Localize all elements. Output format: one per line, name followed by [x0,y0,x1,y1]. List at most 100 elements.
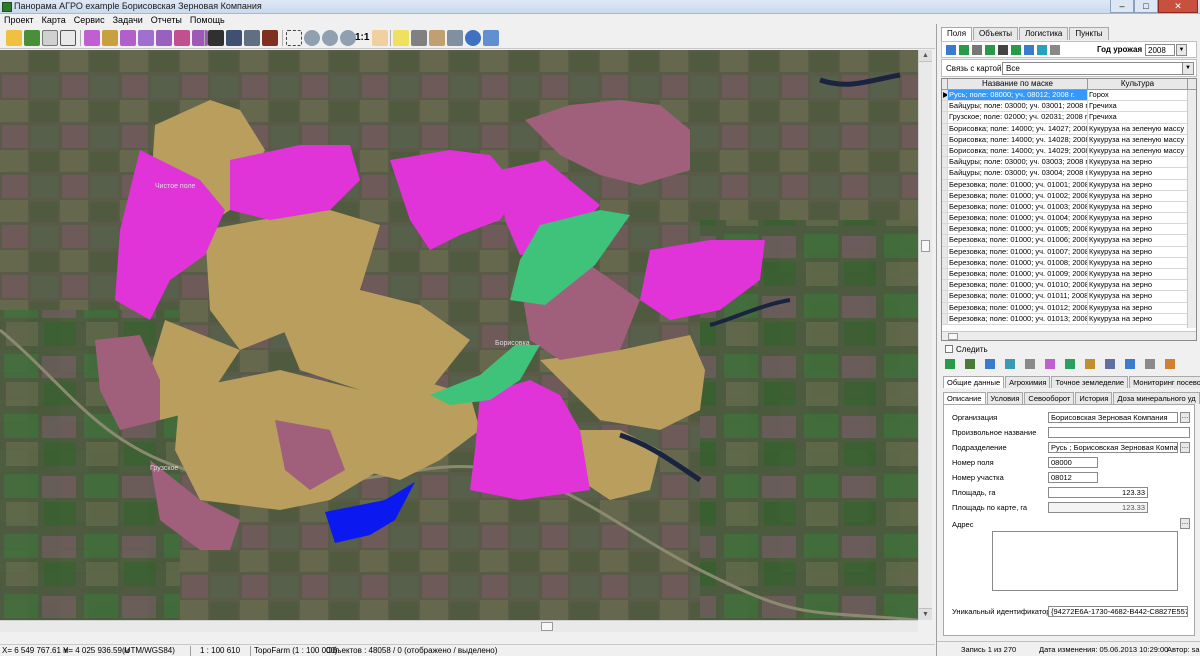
column-crop[interactable]: Культура [1088,79,1188,89]
document-icon[interactable] [1050,45,1060,55]
table-icon[interactable] [1024,45,1034,55]
remove-icon[interactable] [998,45,1008,55]
open-icon[interactable] [6,30,22,46]
division-field[interactable]: Русь ; Борисовская Зерновая Компания [1048,442,1178,453]
address-field[interactable] [992,531,1178,591]
layers-icon[interactable] [24,30,40,46]
tools-icon[interactable] [411,30,427,46]
table-row[interactable]: Березовка; поле: 01000; уч. 01013; 2008 … [942,313,1196,325]
record-grid-icon[interactable] [1125,359,1135,369]
division-browse-button[interactable]: … [1180,442,1190,453]
pen-c-icon[interactable] [138,30,154,46]
menu-project[interactable]: Проект [0,14,38,27]
organization-field[interactable]: Борисовская Зерновая Компания [1048,412,1178,423]
field-number-field[interactable]: 08000 [1048,457,1098,468]
scroll-down-icon[interactable]: ▼ [919,608,932,620]
menu-tasks[interactable]: Задачи [109,14,147,27]
window-icon[interactable] [60,30,76,46]
table-row[interactable]: Березовка; поле: 01000; уч. 01009; 2008 … [942,269,1196,281]
table-vertical-scrollbar[interactable] [1187,90,1196,328]
table-row[interactable]: Байцуры; поле: 03000; уч. 03004; 2008 г.… [942,168,1196,180]
table-row[interactable]: Березовка; поле: 01000; уч. 01008; 2008 … [942,257,1196,269]
menu-service[interactable]: Сервис [70,14,109,27]
zoom-in-icon[interactable] [304,30,320,46]
table-row[interactable]: Березовка; поле: 01000; уч. 01007; 2008 … [942,246,1196,258]
menu-map[interactable]: Карта [38,14,70,27]
area-field[interactable]: 123.33 [1048,487,1148,498]
refresh-icon[interactable] [972,45,982,55]
table-row[interactable]: Березовка; поле: 01000; уч. 01002; 2008 … [942,190,1196,202]
scroll-thumb[interactable] [541,622,553,631]
globe-icon[interactable] [465,30,481,46]
tractor-icon[interactable] [429,30,445,46]
zoom-fit-icon[interactable] [340,30,356,46]
table-row[interactable]: Березовка; поле: 01000; уч. 01006; 2008 … [942,235,1196,247]
table-row[interactable]: Борисовка; поле: 14000; уч. 14029; 2008 … [942,145,1196,158]
scale-1-1-button[interactable]: 1:1 [355,32,369,43]
export-icon[interactable] [244,30,260,46]
record-pen-icon[interactable] [1045,359,1055,369]
record-add-icon[interactable] [945,359,955,369]
table-row[interactable]: Байцуры; поле: 03000; уч. 03003; 2008 г.… [942,157,1196,169]
satellite-icon[interactable] [483,30,499,46]
pen-select-icon[interactable] [84,30,100,46]
record-measure-icon[interactable] [1025,359,1035,369]
tab-general[interactable]: Общие данные [943,376,1005,388]
tab-agrochemistry[interactable]: Агрохимия [1005,376,1051,388]
minimize-button[interactable]: – [1110,0,1134,13]
tab-crop-rotation[interactable]: Севооборот [1024,392,1075,404]
save-icon[interactable] [42,30,58,46]
tab-fertilizer-dose[interactable]: Доза минерального уд [1113,392,1200,404]
table-row[interactable]: Березовка; поле: 01000; уч. 01005; 2008 … [942,224,1196,236]
chevron-down-icon[interactable]: ▼ [1182,63,1193,74]
plot-number-field[interactable]: 08012 [1048,472,1098,483]
table-row[interactable]: Березовка; поле: 01000; уч. 01010; 2008 … [942,280,1196,292]
record-edit-icon[interactable] [985,359,995,369]
table-row[interactable]: Грузское; поле: 02000; уч. 02031; 2008 г… [942,112,1196,124]
scroll-up-icon[interactable]: ▲ [919,50,932,62]
pen-d-icon[interactable] [156,30,172,46]
tab-logistics[interactable]: Логистика [1019,27,1069,40]
menu-reports[interactable]: Отчеты [147,14,186,27]
table-row[interactable]: Борисовка; поле: 14000; уч. 14028; 2008 … [942,134,1196,146]
table-row[interactable]: Березовка; поле: 01000; уч. 01003; 2008 … [942,201,1196,214]
table-horizontal-scrollbar[interactable] [942,331,1196,340]
map-link-select[interactable]: Все ▼ [1002,62,1194,75]
record-check-icon[interactable] [1065,359,1075,369]
table-row[interactable]: ▶Русь; поле: 08000; уч. 08012; 2008 г.Го… [942,90,1196,102]
tab-history[interactable]: История [1075,392,1113,404]
table-row[interactable]: Борисовка; поле: 14000; уч. 14027; 2008 … [942,123,1196,135]
map-vertical-scrollbar[interactable]: ▲ ▼ [918,50,932,620]
follow-checkbox[interactable]: Следить [945,345,988,354]
pen-f-icon[interactable] [192,30,208,46]
pen-e-icon[interactable] [174,30,190,46]
tab-crop-monitoring[interactable]: Мониторинг посевов [1129,376,1200,388]
print-icon[interactable] [226,30,242,46]
table-row[interactable]: Березовка; поле: 01000; уч. 01011; 2008 … [942,291,1196,303]
export-icon[interactable] [1037,45,1047,55]
record-list-icon[interactable] [1105,359,1115,369]
filter-icon[interactable] [946,45,956,55]
year-input[interactable]: 2008 [1145,44,1175,56]
organization-browse-button[interactable]: … [1180,412,1190,423]
year-dropdown-icon[interactable]: ▼ [1176,44,1187,56]
camera-icon[interactable] [208,30,224,46]
map-horizontal-scrollbar[interactable] [0,620,918,632]
map-link-icon[interactable] [959,45,969,55]
tab-points[interactable]: Пункты [1069,27,1109,40]
free-name-field[interactable] [1048,427,1190,438]
table-row[interactable]: Березовка; поле: 01000; уч. 01012; 2008 … [942,302,1196,314]
table-row[interactable]: Березовка; поле: 01000; уч. 01004; 2008 … [942,213,1196,225]
table-row[interactable]: Березовка; поле: 01000; уч. 01001; 2008 … [942,179,1196,191]
record-copy-icon[interactable] [1005,359,1015,369]
table-row[interactable]: Байцуры; поле: 03000; уч. 03001; 2008 г.… [942,101,1196,113]
scroll-thumb[interactable] [921,240,930,252]
record-spray-icon[interactable] [1085,359,1095,369]
tab-precision-farming[interactable]: Точное земледелие [1051,376,1129,388]
close-button[interactable]: ✕ [1158,0,1198,13]
tab-fields[interactable]: Поля [941,27,973,41]
menu-help[interactable]: Помощь [186,14,229,27]
maximize-button[interactable]: □ [1134,0,1158,13]
cut-icon[interactable] [262,30,278,46]
tab-conditions[interactable]: Условия [986,392,1024,404]
